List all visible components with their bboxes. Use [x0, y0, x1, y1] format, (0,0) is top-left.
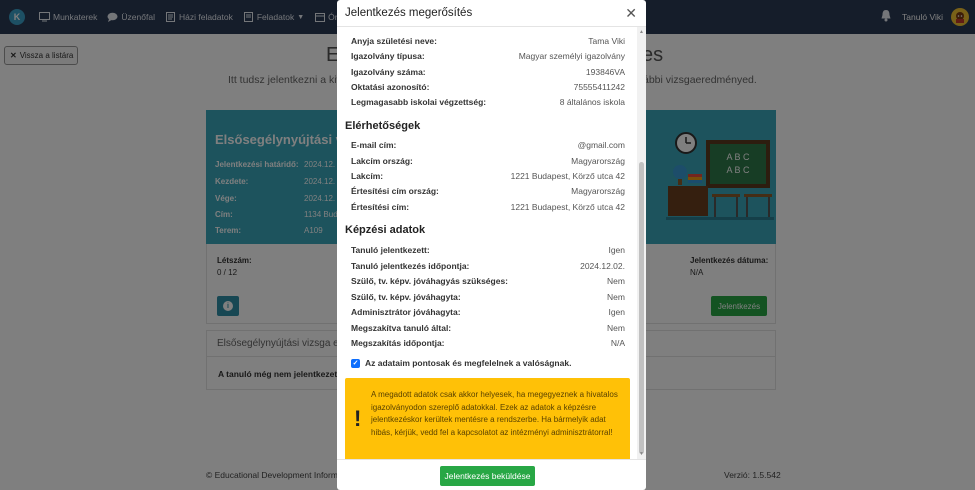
- modal-title: Jelentkezés megerősítés: [345, 7, 473, 19]
- detail-row: Igazolvány típusa: Magyar személyi igazol…: [351, 51, 625, 61]
- detail-value: 75555411242: [573, 82, 625, 92]
- detail-key: Igazolvány száma:: [351, 67, 426, 77]
- scroll-up-icon[interactable]: ▲: [639, 29, 644, 35]
- detail-row: Igazolvány száma: 193846VA: [351, 67, 625, 77]
- detail-key: Anyja születési neve:: [351, 36, 437, 46]
- detail-key: Legmagasabb iskolai végzettség:: [351, 97, 487, 107]
- training-section-title: Képzési adatok: [345, 224, 426, 236]
- detail-row: Lakcím ország: Magyarország: [351, 156, 625, 166]
- consent-checkbox[interactable]: ✓: [351, 358, 360, 368]
- detail-value: 1221 Budapest, Körző utca 42: [510, 202, 625, 212]
- detail-row: Legmagasabb iskolai végzettség: 8 általán…: [351, 97, 625, 107]
- detail-value: Magyarország: [571, 186, 625, 196]
- detail-row: Szülő, tv. képv. jóváhagyta: Nem: [351, 292, 625, 302]
- detail-value: Magyar személyi igazolvány: [518, 51, 625, 61]
- contact-section-title: Elérhetőségek: [345, 120, 421, 132]
- exclamation-icon: !: [354, 406, 362, 431]
- detail-value: N/A: [610, 338, 625, 348]
- detail-value: 1221 Budapest, Körző utca 42: [510, 171, 625, 181]
- detail-value: Tama Viki: [588, 36, 625, 46]
- detail-row: Oktatási azonosító: 75555411242: [351, 82, 625, 92]
- detail-key: Oktatási azonosító:: [351, 82, 430, 92]
- consent-checkbox-row[interactable]: ✓ Az adataim pontosak és megfelelnek a v…: [351, 358, 571, 368]
- detail-value: Nem: [607, 292, 625, 302]
- confirmation-modal: Jelentkezés megerősítés ✕ Anyja születés…: [337, 0, 646, 490]
- consent-label: Az adataim pontosak és megfelelnek a val…: [365, 358, 572, 368]
- detail-key: Tanuló jelentkezés időpontja:: [351, 261, 470, 271]
- detail-row: Szülő, tv. képv. jóváhagyás szükséges: Ne…: [351, 276, 625, 286]
- detail-value: 8 általános iskola: [559, 97, 625, 107]
- detail-key: Szülő, tv. képv. jóváhagyás szükséges:: [351, 276, 508, 286]
- close-icon[interactable]: ✕: [625, 6, 637, 20]
- detail-value: 2024.12.02.: [580, 261, 625, 271]
- detail-row: Megszakítva tanuló által: Nem: [351, 323, 625, 333]
- scroll-down-icon[interactable]: ▼: [639, 451, 644, 457]
- detail-row: E-mail cím: @gmail.com: [351, 140, 625, 150]
- warning-text: A megadott adatok csak akkor helyesek, h…: [371, 390, 618, 437]
- modal-scrollbar[interactable]: ▲ ▼: [637, 27, 646, 459]
- scrollbar-thumb[interactable]: [639, 162, 644, 454]
- detail-key: Értesítési cím ország:: [351, 186, 439, 196]
- detail-key: Adminisztrátor jóváhagyta:: [351, 307, 461, 317]
- modal-header: Jelentkezés megerősítés ✕: [337, 0, 646, 27]
- detail-key: Értesítési cím:: [351, 202, 410, 212]
- detail-row: Anyja születési neve: Tama Viki: [351, 36, 625, 46]
- detail-row: Tanuló jelentkezés időpontja: 2024.12.02.: [351, 261, 625, 271]
- modal-footer: Jelentkezés beküldése: [337, 459, 646, 490]
- detail-value: Igen: [608, 245, 625, 255]
- warning-alert: ! A megadott adatok csak akkor helyesek,…: [345, 378, 630, 459]
- detail-key: Tanuló jelentkezett:: [351, 245, 430, 255]
- detail-key: Megszakítva tanuló által:: [351, 323, 452, 333]
- detail-value: 193846VA: [585, 67, 625, 77]
- detail-key: E-mail cím:: [351, 140, 397, 150]
- detail-key: Igazolvány típusa:: [351, 51, 425, 61]
- detail-value: Nem: [607, 276, 625, 286]
- detail-row: Értesítési cím: 1221 Budapest, Körző utca…: [351, 202, 625, 212]
- detail-key: Megszakítás időpontja:: [351, 338, 445, 348]
- detail-value: Nem: [607, 323, 625, 333]
- detail-value: @gmail.com: [577, 140, 625, 150]
- detail-key: Lakcím:: [351, 171, 384, 181]
- detail-key: Szülő, tv. képv. jóváhagyta:: [351, 292, 461, 302]
- detail-key: Lakcím ország:: [351, 156, 413, 166]
- modal-body[interactable]: Anyja születési neve: Tama Viki Igazolván…: [337, 27, 637, 459]
- submit-registration-button[interactable]: Jelentkezés beküldése: [440, 466, 535, 486]
- detail-row: Értesítési cím ország: Magyarország: [351, 186, 625, 196]
- detail-row: Tanuló jelentkezett: Igen: [351, 245, 625, 255]
- detail-value: Igen: [608, 307, 625, 317]
- detail-row: Megszakítás időpontja: N/A: [351, 338, 625, 348]
- detail-value: Magyarország: [571, 156, 625, 166]
- detail-row: Adminisztrátor jóváhagyta: Igen: [351, 307, 625, 317]
- detail-row: Lakcím: 1221 Budapest, Körző utca 42: [351, 171, 625, 181]
